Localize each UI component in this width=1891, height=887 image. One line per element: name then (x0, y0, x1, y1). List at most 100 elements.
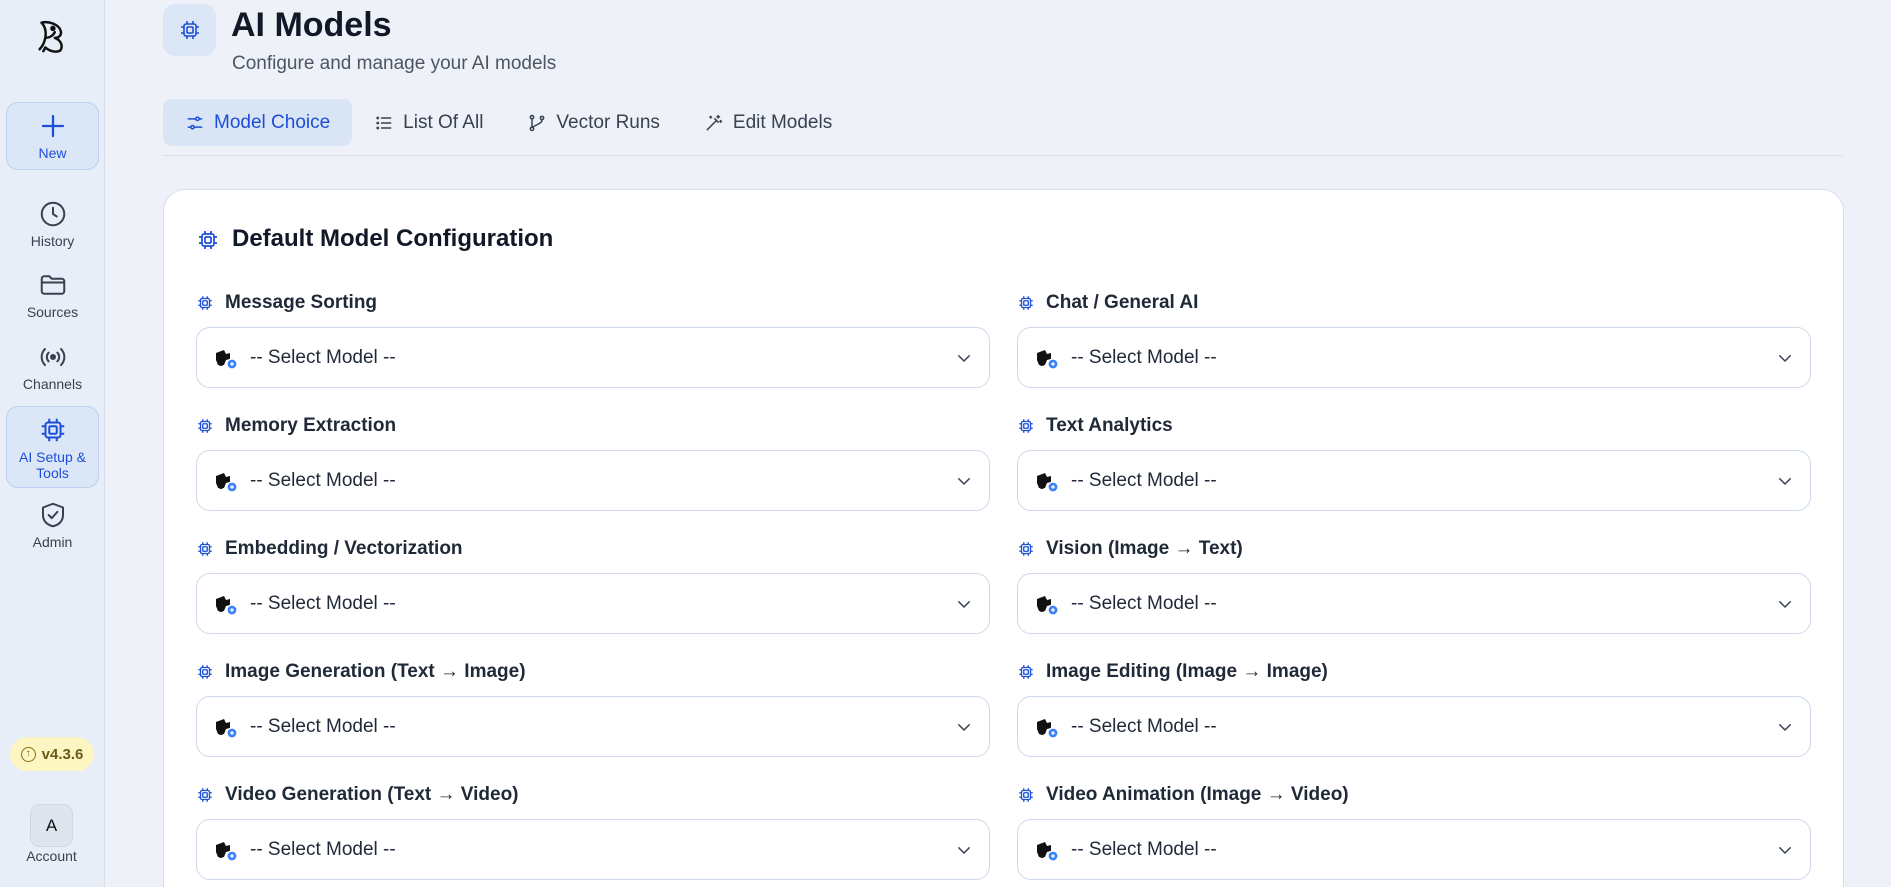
app-logo-icon[interactable] (32, 16, 70, 56)
cpu-icon (198, 419, 212, 433)
sidebar-item-history[interactable]: History (6, 199, 99, 255)
select-value: -- Select Model -- (250, 715, 396, 737)
sidebar-item-admin[interactable]: Admin (6, 500, 99, 556)
tabs-divider (163, 155, 1843, 156)
magic-wand-icon (706, 114, 723, 130)
sliders-icon (187, 115, 203, 130)
chevron-down-icon (958, 600, 970, 608)
git-branch-icon (530, 114, 545, 131)
field-label-row: Message Sorting (196, 291, 990, 315)
model-field: Message Sorting -- Select Model -- (196, 291, 990, 388)
version-badge[interactable]: ↑ v4.3.6 (10, 737, 94, 771)
robot-icon (212, 714, 242, 740)
model-select[interactable]: -- Select Model -- (196, 573, 990, 634)
model-select[interactable]: -- Select Model -- (196, 327, 990, 388)
robot-icon (212, 591, 242, 617)
field-label-row: Embedding / Vectorization (196, 537, 990, 561)
field-label: Embedding / Vectorization (225, 538, 463, 559)
chevron-down-icon (1779, 600, 1791, 608)
broadcast-icon (40, 348, 65, 366)
select-value: -- Select Model -- (1071, 346, 1217, 368)
sidebar-item-sources[interactable]: Sources (6, 270, 99, 326)
robot-icon (212, 837, 242, 863)
robot-icon (1033, 837, 1063, 863)
model-select[interactable]: -- Select Model -- (1017, 450, 1811, 511)
select-value: -- Select Model -- (250, 469, 396, 491)
account-label: Account (26, 848, 77, 864)
avatar[interactable]: A (30, 804, 73, 847)
page-subtitle: Configure and manage your AI models (232, 53, 557, 74)
field-label: Chat / General AI (1046, 292, 1199, 313)
shield-check-icon (41, 502, 64, 528)
robot-icon (1033, 591, 1063, 617)
model-select[interactable]: -- Select Model -- (1017, 819, 1811, 880)
model-select[interactable]: -- Select Model -- (1017, 327, 1811, 388)
sidebar-item-label: AI Setup & Tools (19, 449, 86, 481)
tab-model-choice[interactable]: Model Choice (163, 99, 353, 146)
page-title: AI Models (231, 6, 392, 44)
chevron-down-icon (1779, 477, 1791, 485)
cpu-icon (1019, 788, 1033, 802)
sidebar-item-label: Admin (32, 534, 73, 550)
cpu-icon (1019, 542, 1033, 556)
field-label-row: Memory Extraction (196, 414, 990, 438)
model-field: Video Animation (Image → Video) -- Selec… (1017, 783, 1811, 880)
tab-list-of-all[interactable]: List Of All (352, 99, 505, 146)
select-value: -- Select Model -- (1071, 469, 1217, 491)
tab-edit-models[interactable]: Edit Models (682, 99, 854, 146)
field-label: Text Analytics (1046, 415, 1173, 436)
sidebar-item-channels[interactable]: Channels (6, 342, 99, 398)
robot-icon (1033, 468, 1063, 494)
model-select[interactable]: -- Select Model -- (1017, 696, 1811, 757)
page-cpu-icon (163, 4, 216, 56)
sidebar-item-label: New (38, 145, 67, 161)
cpu-icon (1019, 419, 1033, 433)
cpu-icon (198, 665, 212, 679)
cpu-icon (198, 296, 212, 310)
field-label-row: Chat / General AI (1017, 291, 1811, 315)
tab-label: Vector Runs (556, 111, 660, 133)
chevron-down-icon (1779, 846, 1791, 854)
cpu-icon (198, 788, 212, 802)
sidebar-item-label: Sources (26, 304, 79, 320)
list-icon (376, 116, 392, 129)
cpu-icon (41, 418, 64, 442)
field-label: Image Editing (Image → Image) (1046, 661, 1328, 682)
field-label: Message Sorting (225, 292, 378, 313)
robot-icon (212, 345, 242, 371)
select-value: -- Select Model -- (250, 346, 396, 368)
field-label-row: Video Generation (Text → Video) (196, 783, 990, 807)
sidebar-item-label: Channels (22, 376, 83, 392)
sidebar-item-label: History (30, 233, 75, 249)
select-value: -- Select Model -- (250, 838, 396, 860)
tab-label: Model Choice (214, 111, 331, 133)
field-label: Image Generation (Text → Image) (225, 661, 526, 682)
version-label: v4.3.6 (41, 745, 84, 763)
clock-icon (40, 201, 65, 227)
field-label: Video Animation (Image → Video) (1046, 784, 1349, 805)
sidebar-item-new[interactable]: New (6, 102, 99, 170)
arrow-up-circle-icon: ↑ (20, 746, 36, 762)
chevron-down-icon (958, 723, 970, 731)
model-select[interactable]: -- Select Model -- (1017, 573, 1811, 634)
select-value: -- Select Model -- (1071, 715, 1217, 737)
folder-icon (40, 275, 65, 295)
model-field: Video Generation (Text → Video) -- Selec… (196, 783, 990, 880)
chevron-down-icon (1779, 723, 1791, 731)
robot-icon (1033, 714, 1063, 740)
plus-icon (41, 114, 64, 138)
field-label-row: Text Analytics (1017, 414, 1811, 438)
tab-bar: Model Choice List Of All Vector Runs Edi… (163, 99, 854, 146)
cpu-icon (198, 542, 212, 556)
sidebar-item-ai-setup[interactable]: AI Setup & Tools (6, 406, 99, 488)
field-label-row: Image Editing (Image → Image) (1017, 660, 1811, 684)
tab-vector-runs[interactable]: Vector Runs (505, 99, 682, 146)
model-select[interactable]: -- Select Model -- (196, 819, 990, 880)
chevron-down-icon (1779, 354, 1791, 362)
field-label: Video Generation (Text → Video) (225, 784, 519, 805)
model-select[interactable]: -- Select Model -- (196, 450, 990, 511)
field-label-row: Vision (Image → Text) (1017, 537, 1811, 561)
cpu-icon (196, 228, 220, 252)
model-select[interactable]: -- Select Model -- (196, 696, 990, 757)
chevron-down-icon (958, 477, 970, 485)
